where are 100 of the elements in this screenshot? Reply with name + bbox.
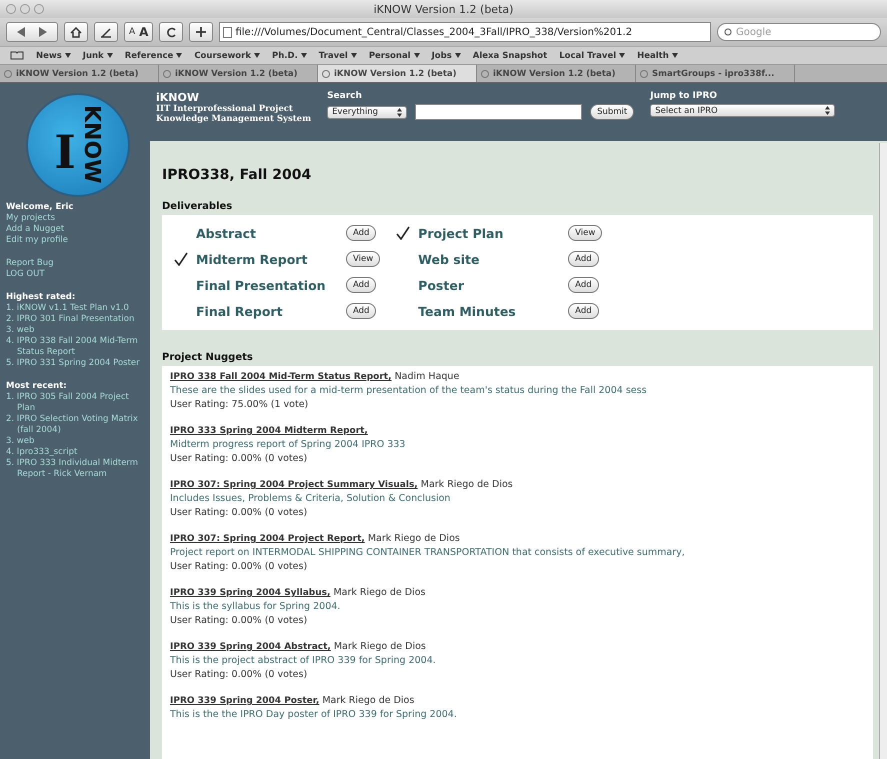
sidebar-link[interactable]: 4. IPRO 338 Fall 2004 Mid-Term Status Report bbox=[6, 336, 150, 358]
close-icon bbox=[481, 70, 489, 78]
nugget-author: Mark Riego de Dios bbox=[366, 533, 460, 544]
home-icon bbox=[70, 26, 82, 38]
bookmark-menu[interactable]: News bbox=[36, 50, 71, 60]
deliverable-button[interactable]: Add bbox=[568, 277, 599, 293]
nugget-description: Midterm progress report of Spring 2004 IPRO 333 bbox=[170, 438, 406, 452]
nugget-description: This is the the IPRO Day poster of IPRO 339 for Spring 2004. bbox=[170, 708, 458, 722]
nugget-rating: User Rating: 0.00% (0 votes) bbox=[170, 560, 308, 574]
address-field[interactable]: file:///Volumes/Document_Central/Classes_2004_3Fall/IPRO_338/Version%201.2 bbox=[219, 22, 711, 42]
plus-icon bbox=[196, 27, 206, 37]
nugget-link[interactable]: IPRO 307: Spring 2004 Project Summary Visuals, bbox=[170, 480, 418, 490]
deliverable-label: Abstract bbox=[196, 226, 258, 240]
deliverable-label: Project Plan bbox=[418, 226, 504, 240]
ikow-logo: I KNOW bbox=[26, 92, 130, 196]
close-icon bbox=[4, 70, 12, 78]
nugget-description: Project report on INTERMODAL SHIPPING CONTAINER TRANSPORTATION that consists of executive summary, bbox=[170, 546, 686, 560]
nugget-link[interactable]: IPRO 338 Fall 2004 Mid-Term Status Report, bbox=[170, 372, 392, 382]
edit-button[interactable] bbox=[94, 22, 118, 42]
sidebar-link[interactable]: 2. IPRO 301 Final Presentation bbox=[6, 314, 150, 325]
bookmark-menu[interactable]: Ph.D. bbox=[272, 50, 307, 60]
bookmark-menu[interactable]: Alexa Snapshot bbox=[472, 50, 548, 60]
deliverable-label: Team Minutes bbox=[418, 304, 517, 318]
nugget-link[interactable]: IPRO 339 Spring 2004 Syllabus, bbox=[170, 588, 330, 598]
deliverable-button[interactable]: Add bbox=[346, 277, 376, 293]
sidebar-link[interactable]: LOG OUT bbox=[6, 269, 150, 280]
search-label: Search bbox=[327, 91, 363, 101]
nugget-description: These are the slides used for a mid-term presentation of the team's status during the Fall 2004 sess bbox=[170, 384, 648, 398]
sidebar-link[interactable]: 1. iKNOW v1.1 Test Plan v1.0 bbox=[6, 303, 150, 314]
nugget-link[interactable]: IPRO 339 Spring 2004 Abstract, bbox=[170, 642, 331, 652]
back-forward-button[interactable] bbox=[6, 22, 58, 42]
close-icon bbox=[163, 70, 171, 78]
nugget-rating: User Rating: 75.00% (1 vote) bbox=[170, 398, 310, 412]
deliverable-button[interactable]: Add bbox=[568, 303, 599, 319]
text-size-button[interactable]: A A bbox=[124, 22, 154, 42]
bookmark-menu[interactable]: Junk bbox=[82, 50, 113, 60]
site-subtitle: IIT Interprofessional Project bbox=[156, 104, 294, 114]
bookmark-menu[interactable]: Health bbox=[637, 50, 678, 60]
deliverable-button[interactable]: View bbox=[568, 225, 602, 241]
sidebar-link[interactable]: Add a Nugget bbox=[6, 224, 150, 235]
sidebar-link[interactable]: Report Bug bbox=[6, 258, 150, 269]
deliverable-button[interactable]: Add bbox=[346, 303, 376, 319]
sidebar-link[interactable]: 5. IPRO 333 Individual Midterm Report - Rick Vernam bbox=[6, 458, 150, 480]
jump-label: Jump to IPRO bbox=[650, 91, 718, 101]
bookmark-menu[interactable]: Travel bbox=[318, 50, 357, 60]
nugget-rating: User Rating: 0.00% (0 votes) bbox=[170, 614, 308, 628]
bookmark-menu[interactable]: Local Travel bbox=[559, 50, 626, 60]
section-title: Deliverables bbox=[162, 201, 234, 212]
nugget-rating: User Rating: 0.00% (0 votes) bbox=[170, 452, 308, 466]
submit-button[interactable]: Submit bbox=[590, 104, 634, 120]
deliverable-label: Final Presentation bbox=[196, 278, 327, 292]
sidebar-link[interactable]: 3. web bbox=[6, 325, 150, 336]
sidebar-link[interactable]: 5. IPRO 331 Spring 2004 Poster bbox=[6, 358, 150, 369]
reload-icon bbox=[166, 26, 177, 38]
arrows-icon bbox=[17, 27, 47, 37]
nugget-author: Mark Riego de Dios bbox=[420, 479, 513, 490]
stepper-icon bbox=[397, 108, 402, 116]
deliverable-label: Midterm Report bbox=[196, 252, 308, 266]
site-subtitle: Knowledge Management System bbox=[156, 114, 312, 124]
sidebar-link[interactable]: My projects bbox=[6, 213, 150, 224]
nugget-description: This is the project abstract of IPRO 339 for Spring 2004. bbox=[170, 654, 437, 668]
deliverable-label: Poster bbox=[418, 278, 465, 292]
deliverable-button[interactable]: View bbox=[346, 251, 380, 267]
nugget-link[interactable]: IPRO 307: Spring 2004 Project Report, bbox=[170, 534, 365, 544]
site-title: iKNOW bbox=[156, 91, 200, 104]
sidebar-heading: Most recent: bbox=[6, 381, 68, 392]
nugget-rating: User Rating: 0.00% (0 votes) bbox=[170, 668, 308, 682]
sidebar-link[interactable]: Edit my profile bbox=[6, 235, 150, 246]
bookmark-menu[interactable]: Reference bbox=[124, 50, 182, 60]
reload-button[interactable] bbox=[159, 22, 184, 42]
sidebar-heading: Highest rated: bbox=[6, 292, 76, 303]
sidebar-link[interactable]: 2. IPRO Selection Voting Matrix (fall 2004) bbox=[6, 414, 150, 436]
section-title: Project Nuggets bbox=[162, 352, 254, 363]
page-title: IPRO338, Fall 2004 bbox=[162, 167, 312, 183]
search-icon bbox=[724, 28, 733, 36]
search-scope-select[interactable]: Everything bbox=[327, 106, 408, 118]
stepper-icon bbox=[825, 106, 830, 115]
nugget-link[interactable]: IPRO 339 Spring 2004 Poster, bbox=[170, 696, 320, 706]
book-icon bbox=[10, 51, 24, 60]
welcome-text: Welcome, Eric bbox=[6, 202, 74, 213]
deliverable-label: Web site bbox=[418, 252, 480, 266]
deliverable-button[interactable]: Add bbox=[568, 251, 599, 267]
close-icon bbox=[640, 70, 648, 78]
ipro-select[interactable]: Select an IPRO bbox=[650, 104, 836, 117]
nugget-author: Mark Riego de Dios bbox=[332, 641, 426, 652]
sidebar-link[interactable]: 4. Ipro333_script bbox=[6, 447, 150, 458]
sidebar-link[interactable]: 1. IPRO 305 Fall 2004 Project Plan bbox=[6, 392, 150, 414]
bookmark-menu[interactable]: Personal bbox=[368, 50, 420, 60]
bookmark-menu[interactable]: Coursework bbox=[194, 50, 260, 60]
home-button[interactable] bbox=[64, 22, 88, 42]
page-icon bbox=[223, 26, 232, 38]
deliverable-button[interactable]: Add bbox=[346, 225, 376, 241]
sidebar-link[interactable]: 3. web bbox=[6, 436, 150, 447]
add-bookmark-button[interactable] bbox=[189, 22, 214, 42]
search-input[interactable] bbox=[415, 104, 582, 120]
window-title: iKNOW Version 1.2 (beta) bbox=[374, 2, 514, 16]
nugget-link[interactable]: IPRO 333 Spring 2004 Midterm Report, bbox=[170, 426, 368, 436]
bookmark-menu[interactable]: Jobs bbox=[432, 50, 461, 60]
browser-tab[interactable]: iKNOW Version 1.2 (beta) bbox=[318, 65, 477, 82]
scrollbar[interactable] bbox=[879, 143, 887, 759]
